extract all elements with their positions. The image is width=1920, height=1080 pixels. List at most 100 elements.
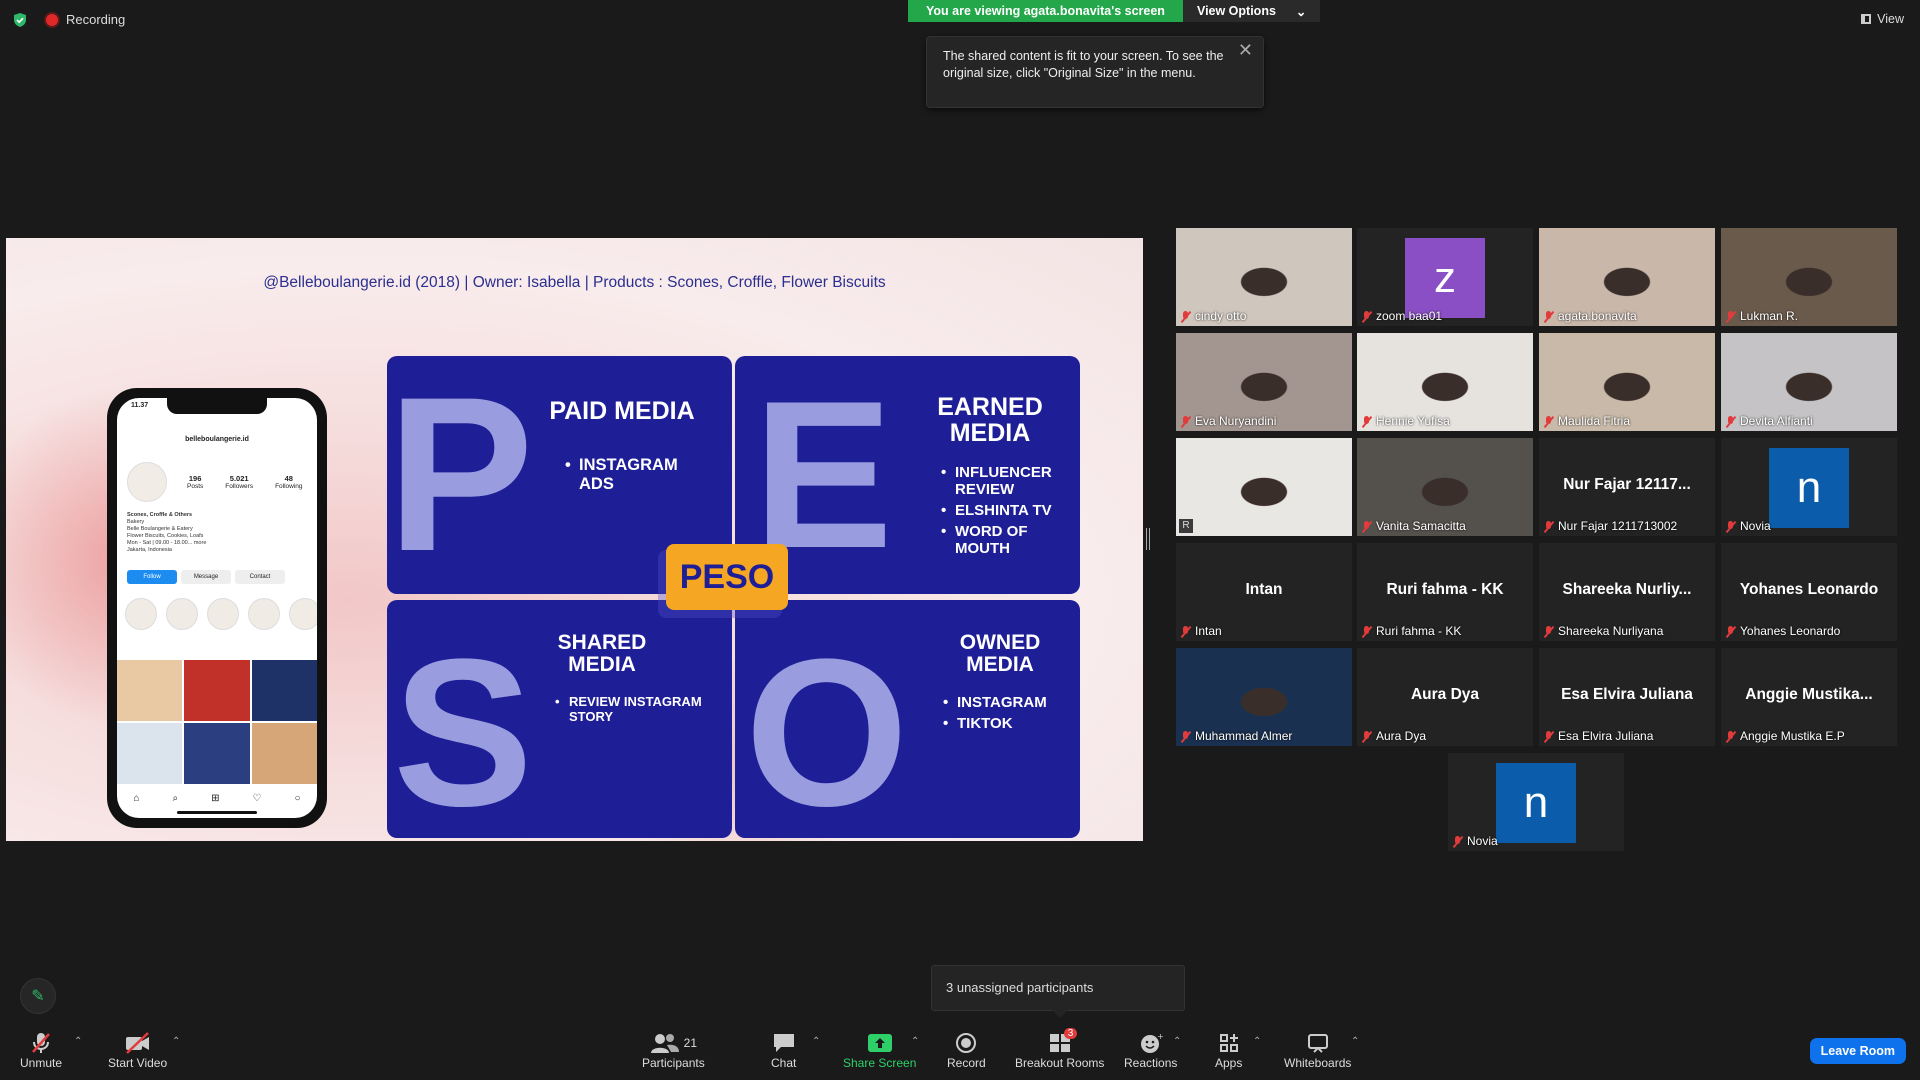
- apps-button[interactable]: Apps: [1215, 1030, 1242, 1070]
- earned-media-item: WORD OF MOUTH: [941, 523, 1071, 557]
- owned-media-list: INSTAGRAM TIKTOK: [943, 694, 1073, 736]
- ig-following-label: Following: [275, 483, 303, 490]
- apps-label: Apps: [1215, 1056, 1243, 1070]
- heart-icon: ♡: [252, 793, 262, 804]
- muted-mic-icon: [1180, 415, 1191, 427]
- muted-mic-icon: [1543, 625, 1554, 637]
- participant-name-tag: Maulida Fitria: [1543, 414, 1630, 428]
- participant-tile[interactable]: Intan Intan: [1176, 543, 1352, 641]
- participant-tile[interactable]: n Novia: [1721, 438, 1897, 536]
- unmute-label: Unmute: [20, 1056, 63, 1070]
- chat-button[interactable]: Chat: [771, 1030, 796, 1070]
- recording-indicator[interactable]: Recording: [46, 12, 125, 27]
- muted-mic-icon: [30, 1030, 52, 1056]
- participant-name-label: Eva Nuryandini: [1195, 414, 1277, 428]
- participant-tile[interactable]: Yohanes Leonardo Yohanes Leonardo: [1721, 543, 1897, 641]
- whiteboards-chevron-icon[interactable]: ⌃: [1351, 1036, 1359, 1047]
- ig-bio-line: Flower Biscuits, Cookies, Loafs: [127, 533, 204, 539]
- leave-room-button[interactable]: Leave Room: [1809, 1038, 1906, 1064]
- participant-tile[interactable]: Lukman R.: [1721, 228, 1897, 326]
- reactions-chevron-icon[interactable]: ⌃: [1173, 1036, 1181, 1047]
- participant-tile[interactable]: Vanita Samacitta: [1357, 438, 1533, 536]
- participant-tile[interactable]: Hennie Yufisa: [1357, 333, 1533, 431]
- participant-name-tag: Intan: [1180, 624, 1222, 638]
- peso-shared-media: S SHARED MEDIA REVIEW INSTAGRAM STORY: [387, 600, 732, 838]
- participant-name-label: Devita Alfianti: [1740, 414, 1813, 428]
- close-icon[interactable]: ✕: [1238, 41, 1253, 59]
- muted-mic-icon: [1543, 415, 1554, 427]
- unassigned-participants-popover[interactable]: 3 unassigned participants: [931, 965, 1185, 1018]
- security-shield-icon[interactable]: [12, 12, 28, 28]
- whiteboards-label: Whiteboards: [1284, 1056, 1352, 1070]
- participant-name-label: Maulida Fitria: [1558, 414, 1631, 428]
- participant-tile[interactable]: Devita Alfianti: [1721, 333, 1897, 431]
- splitter-handle[interactable]: [1146, 528, 1150, 550]
- participant-initial-avatar: z: [1405, 238, 1485, 318]
- record-label: Record: [947, 1056, 986, 1070]
- participant-tile[interactable]: n Novia: [1448, 753, 1624, 851]
- paid-media-title: PAID MEDIA: [549, 397, 695, 425]
- paid-media-item: INSTAGRAM ADS: [565, 456, 705, 494]
- muted-mic-icon: [1543, 520, 1554, 532]
- earned-media-item: ELSHINTA TV: [941, 502, 1071, 519]
- participant-tile[interactable]: Aura Dya Aura Dya: [1357, 648, 1533, 746]
- reactions-button[interactable]: + Reactions: [1124, 1030, 1177, 1070]
- owned-media-title: OWNED MEDIA: [959, 631, 1041, 677]
- participant-tile[interactable]: Nur Fajar 12117... Nur Fajar 1211713002: [1539, 438, 1715, 536]
- participant-tile[interactable]: Esa Elvira Juliana Esa Elvira Juliana: [1539, 648, 1715, 746]
- participant-tile[interactable]: Maulida Fitria: [1539, 333, 1715, 431]
- view-button[interactable]: View: [1861, 12, 1904, 26]
- earned-media-list: INFLUENCER REVIEW ELSHINTA TV WORD OF MO…: [941, 464, 1071, 561]
- participant-tile[interactable]: Shareeka Nurliy... Shareeka Nurliyana: [1539, 543, 1715, 641]
- participant-initial-avatar: n: [1769, 448, 1849, 528]
- peso-letter-o: O: [745, 615, 909, 838]
- view-options-button[interactable]: View Options ⌄: [1182, 0, 1321, 22]
- audio-options-chevron-icon[interactable]: ⌃: [74, 1036, 82, 1047]
- ig-avatar: [127, 462, 167, 502]
- participant-tile[interactable]: Eva Nuryandini: [1176, 333, 1352, 431]
- participant-tile[interactable]: cindy otto: [1176, 228, 1352, 326]
- muted-mic-icon: [1725, 415, 1736, 427]
- ig-posts-count: 196: [188, 474, 202, 483]
- apps-chevron-icon[interactable]: ⌃: [1253, 1036, 1261, 1047]
- participant-tile[interactable]: R: [1176, 438, 1352, 536]
- shared-media-list: REVIEW INSTAGRAM STORY: [555, 694, 705, 728]
- start-video-button[interactable]: Start Video: [108, 1030, 167, 1070]
- share-options-chevron-icon[interactable]: ⌃: [911, 1036, 919, 1047]
- participant-tile[interactable]: Anggie Mustika... Anggie Mustika E.P: [1721, 648, 1897, 746]
- participant-tile[interactable]: z zoom baa01: [1357, 228, 1533, 326]
- apps-icon: [1218, 1030, 1240, 1056]
- participant-tile[interactable]: Ruri fahma - KK Ruri fahma - KK: [1357, 543, 1533, 641]
- muted-mic-icon: [1725, 730, 1736, 742]
- ig-bottom-nav: ⌂ ⌕ ⊞ ♡ ○: [117, 793, 317, 804]
- muted-mic-icon: [1361, 415, 1372, 427]
- participant-name-tag: Devita Alfianti: [1725, 414, 1813, 428]
- participant-name-tag: cindy otto: [1180, 309, 1246, 323]
- participant-display-name: Aura Dya: [1410, 686, 1480, 703]
- participant-display-name: Ruri fahma - KK: [1386, 581, 1504, 598]
- participant-name-tag: Novia: [1725, 519, 1771, 533]
- video-options-chevron-icon[interactable]: ⌃: [172, 1036, 180, 1047]
- participant-tile[interactable]: agata.bonavita: [1539, 228, 1715, 326]
- pencil-annotate-icon[interactable]: ✎: [20, 978, 56, 1014]
- owned-media-item: TIKTOK: [943, 715, 1073, 732]
- participants-label: Participants: [642, 1056, 705, 1070]
- ig-bio-line: Jakarta, Indonesia: [127, 547, 172, 553]
- home-icon: ⌂: [133, 793, 140, 804]
- search-icon: ⌕: [172, 793, 179, 804]
- unmute-button[interactable]: Unmute: [20, 1030, 62, 1070]
- ig-contact-button: Contact: [235, 570, 285, 584]
- participant-display-name: Nur Fajar 12117...: [1563, 476, 1691, 493]
- share-screen-button[interactable]: Share Screen: [843, 1030, 916, 1070]
- participant-tile[interactable]: Muhammad Almer: [1176, 648, 1352, 746]
- participant-name-label: Shareeka Nurliyana: [1558, 624, 1664, 638]
- participant-name-tag: Yohanes Leonardo: [1725, 624, 1840, 638]
- breakout-rooms-button[interactable]: 3 Breakout Rooms: [1015, 1028, 1104, 1070]
- chat-options-chevron-icon[interactable]: ⌃: [812, 1036, 820, 1047]
- record-button[interactable]: Record: [947, 1030, 986, 1070]
- meeting-toolbar: Unmute ⌃ Start Video ⌃ 21 Participants C…: [0, 1022, 1920, 1080]
- participants-button[interactable]: 21 Participants: [642, 1030, 705, 1070]
- participant-name-tag: Novia: [1452, 834, 1498, 848]
- whiteboards-button[interactable]: Whiteboards: [1284, 1030, 1351, 1070]
- earned-media-title: EARNED MEDIA: [937, 393, 1043, 448]
